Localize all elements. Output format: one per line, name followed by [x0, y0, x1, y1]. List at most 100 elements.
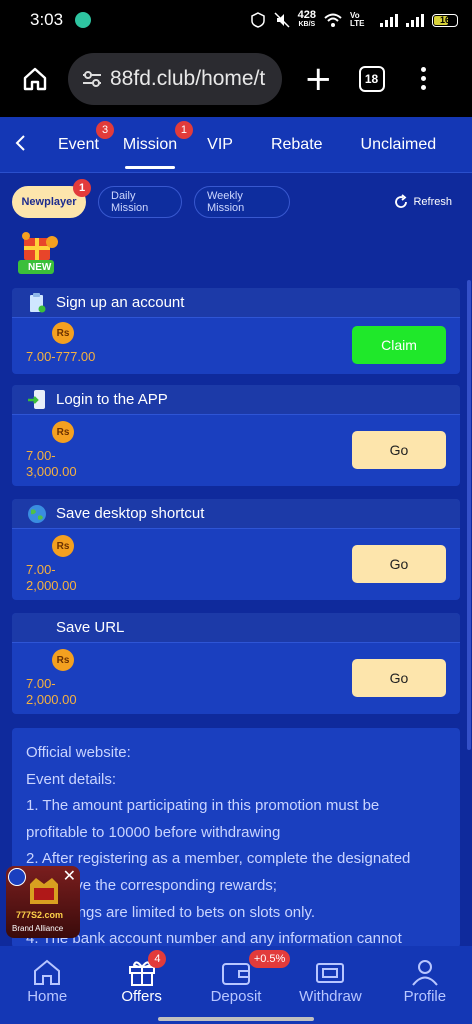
- profile-icon: [412, 960, 438, 986]
- tab-rebate[interactable]: Rebate: [259, 117, 335, 173]
- mission-card-header: Save desktop shortcut: [12, 499, 460, 529]
- refresh-button[interactable]: Refresh: [393, 194, 452, 210]
- mission-reward: 7.00-2,000.00: [26, 562, 77, 593]
- network-type: Vo LTE: [350, 11, 365, 28]
- info-line: profitable to 10000 before withdrawing: [26, 823, 281, 841]
- network-speed-value: 428: [297, 9, 316, 21]
- close-icon[interactable]: ✕: [63, 866, 76, 886]
- url-text: 88fd.club/home/t: [110, 66, 266, 90]
- subtab-daily-label: Daily Mission: [111, 190, 149, 214]
- mission-reward: 7.00-3,000.00: [26, 448, 77, 479]
- tab-unclaimed-label: Unclaimed: [360, 135, 437, 153]
- mission-card-header: Sign up an account: [12, 288, 460, 318]
- chat-notification-icon: [75, 12, 92, 28]
- status-icons: 428 KB/S Vo LTE 16: [250, 10, 458, 30]
- vpn-icon: [250, 12, 265, 28]
- home-icon: [34, 959, 61, 985]
- mission-reward: 7.00-777.00: [26, 349, 96, 364]
- info-line: Event details:: [26, 770, 117, 788]
- battery-level: 16: [439, 15, 450, 25]
- nav-withdraw-label: Withdraw: [299, 988, 362, 1005]
- rupee-coin-icon: Rs: [52, 421, 74, 443]
- site-settings-icon[interactable]: [82, 70, 102, 88]
- tab-rebate-label: Rebate: [270, 135, 323, 153]
- browser-home-button[interactable]: [18, 62, 52, 96]
- network-speed: 428 KB/S: [298, 10, 316, 30]
- tab-switcher-button[interactable]: 18: [358, 65, 385, 92]
- subtab-newplayer[interactable]: Newplayer 1: [12, 179, 91, 218]
- rupee-coin-icon: Rs: [52, 649, 74, 671]
- info-line: to receive the corresponding rewards;: [26, 876, 277, 894]
- nav-offers-label: Offers: [121, 988, 162, 1005]
- phone-login-icon: [26, 389, 48, 411]
- nav-offers[interactable]: Offers 4: [94, 946, 188, 1024]
- url-icon: [26, 617, 48, 639]
- mission-card-login-app: Login to the APP Rs 7.00-3,000.00 Go: [12, 385, 460, 486]
- nav-withdraw[interactable]: Withdraw: [283, 946, 377, 1024]
- tab-vip[interactable]: VIP: [195, 117, 245, 173]
- mission-card-signup: Sign up an account Rs 7.00-777.00 Claim: [12, 288, 460, 374]
- rupee-coin-icon: Rs: [52, 535, 74, 557]
- mission-title: Login to the APP: [56, 391, 168, 408]
- nav-home[interactable]: Home: [0, 946, 94, 1024]
- mission-card-header: Login to the APP: [12, 385, 460, 415]
- go-button[interactable]: Go: [352, 545, 446, 583]
- clipboard-icon: [26, 292, 48, 314]
- wallet-icon: [222, 963, 251, 985]
- status-bar: 3:03 428 KB/S Vo LTE 16: [0, 0, 472, 40]
- refresh-icon: [395, 194, 408, 208]
- address-bar[interactable]: 88fd.club/home/t: [68, 52, 282, 105]
- back-button[interactable]: [0, 132, 40, 158]
- chevron-left-icon: [15, 134, 25, 151]
- tab-event[interactable]: Event 3: [46, 117, 114, 173]
- mission-title: Sign up an account: [56, 294, 185, 311]
- nav-profile[interactable]: Profile: [378, 946, 472, 1024]
- battery-icon: 16: [432, 13, 458, 27]
- scrollbar[interactable]: [467, 280, 471, 750]
- mission-card-desktop-shortcut: Save desktop shortcut Rs 7.00-2,000.00 G…: [12, 499, 460, 600]
- nav-offers-badge: 4: [148, 950, 167, 968]
- new-tab-button[interactable]: +: [304, 62, 333, 96]
- claim-button[interactable]: Claim: [352, 326, 446, 364]
- go-button[interactable]: Go: [352, 659, 446, 697]
- tab-mission-label: Mission: [122, 135, 178, 153]
- tab-vip-label: VIP: [207, 135, 233, 153]
- globe-icon: [26, 503, 48, 525]
- mission-card-body: Rs 7.00-2,000.00 Go: [12, 643, 460, 714]
- info-line: 2. After registering as a member, comple…: [26, 850, 411, 868]
- tab-mission[interactable]: Mission 1: [111, 117, 193, 173]
- tab-mission-badge: 1: [174, 120, 193, 139]
- new-gift-icon: NEW: [16, 232, 64, 276]
- mission-title: Save desktop shortcut: [56, 505, 205, 522]
- nav-deposit-label: Deposit: [210, 988, 262, 1005]
- go-button[interactable]: Go: [352, 431, 446, 469]
- subtab-daily-mission[interactable]: Daily Mission: [98, 186, 182, 218]
- info-line: 3. Earnings are limited to bets on slots…: [26, 903, 316, 921]
- mute-icon: [274, 12, 290, 28]
- nav-profile-label: Profile: [403, 988, 447, 1005]
- info-line: 1. The amount participating in this prom…: [26, 797, 380, 815]
- bottom-navigation: Home Offers 4 Deposit +0.5% Withdraw Pro…: [0, 946, 472, 1024]
- withdraw-icon: [316, 963, 345, 983]
- promotion-tabs: Event 3 Mission 1 VIP Rebate Unclaimed: [0, 117, 472, 173]
- mission-card-body: Rs 7.00-3,000.00 Go: [12, 415, 460, 486]
- wifi-icon: [324, 13, 342, 27]
- tab-unclaimed[interactable]: Unclaimed: [349, 117, 449, 173]
- signal-icon: [380, 13, 398, 27]
- gesture-bar[interactable]: [158, 1017, 314, 1021]
- ad-subtitle: Brand Alliance: [12, 924, 64, 933]
- new-badge-text: NEW: [28, 262, 52, 273]
- tab-event-label: Event: [58, 135, 99, 153]
- browser-menu-button[interactable]: [420, 67, 426, 90]
- browser-toolbar: 88fd.club/home/t + 18: [0, 40, 472, 117]
- nav-home-label: Home: [27, 988, 68, 1005]
- info-line: 4. The bank account number and any infor…: [26, 930, 402, 948]
- floating-ad-banner[interactable]: ✕ 777S2.com Brand Alliance: [6, 866, 80, 938]
- subtab-weekly-label: Weekly Mission: [207, 190, 245, 214]
- home-icon: [23, 67, 47, 90]
- mission-card-header: Save URL: [12, 613, 460, 643]
- mission-card-save-url: Save URL Rs 7.00-2,000.00 Go: [12, 613, 460, 714]
- rupee-coin-icon: Rs: [52, 322, 74, 344]
- subtab-weekly-mission[interactable]: Weekly Mission: [194, 186, 290, 218]
- nav-deposit[interactable]: Deposit +0.5%: [189, 946, 291, 1024]
